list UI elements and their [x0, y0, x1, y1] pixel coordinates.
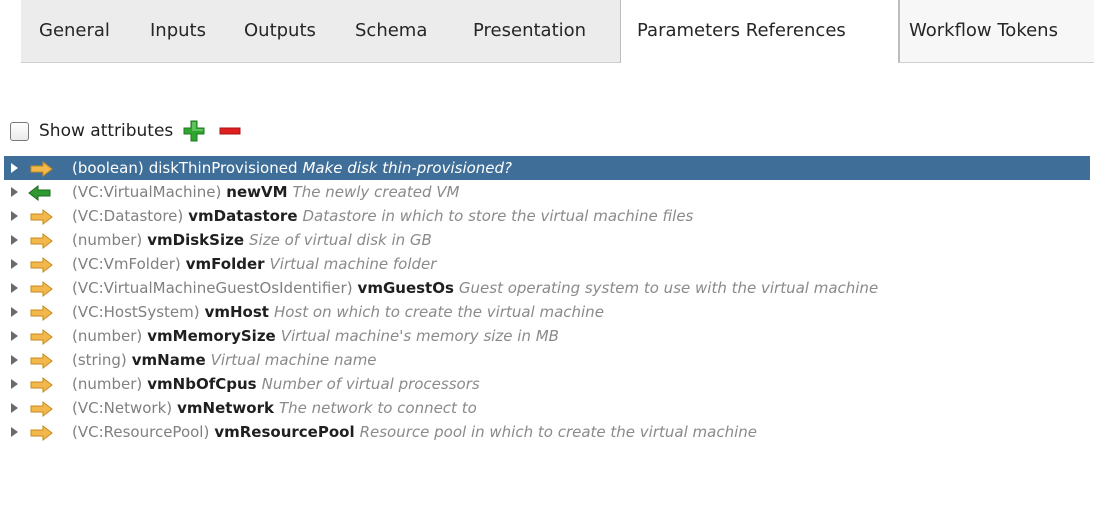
parameter-name: vmHost	[204, 303, 269, 321]
expand-triangle-icon[interactable]	[11, 211, 18, 221]
expand-triangle-icon[interactable]	[11, 187, 18, 197]
parameter-type: (number)	[72, 231, 143, 249]
parameter-name: vmName	[131, 351, 206, 369]
input-arrow-icon	[28, 328, 54, 346]
parameter-name: diskThinProvisioned	[148, 159, 298, 177]
show-attributes-checkbox[interactable]	[10, 121, 29, 141]
parameter-description: Guest operating system to use with the v…	[458, 279, 879, 297]
parameter-text: (number) vmMemorySize Virtual machine's me…	[72, 324, 559, 348]
output-arrow-icon	[28, 184, 54, 202]
parameter-text: (VC:HostSystem) vmHost Host on which to cr…	[72, 300, 604, 324]
parameter-row[interactable]: (VC:Network) vmNetwork The network to conn…	[0, 396, 1094, 420]
parameter-row[interactable]: (number) vmNbOfCpus Number of virtual proc…	[0, 372, 1094, 396]
parameters-toolbar: Show attributes	[10, 117, 241, 145]
parameter-name: newVM	[226, 183, 288, 201]
input-arrow-icon	[28, 256, 54, 274]
parameter-description: Size of virtual disk in GB	[249, 231, 432, 249]
parameter-text: (VC:VirtualMachine) newVM The newly create…	[72, 180, 459, 204]
tab-inputs[interactable]: Inputs	[146, 0, 210, 62]
parameter-text: (number) vmNbOfCpus Number of virtual proc…	[72, 372, 480, 396]
parameter-row[interactable]: (string) vmName Virtual machine name	[0, 348, 1094, 372]
tab-outputs[interactable]: Outputs	[240, 0, 320, 62]
parameter-type: (VC:VmFolder)	[72, 255, 181, 273]
parameters-tree: (boolean) diskThinProvisioned Make disk th…	[0, 156, 1094, 444]
parameter-row[interactable]: (VC:HostSystem) vmHost Host on which to cr…	[0, 300, 1094, 324]
input-arrow-icon	[28, 280, 54, 298]
parameter-name: vmMemorySize	[147, 327, 276, 345]
parameter-description: The network to connect to	[278, 399, 477, 417]
expand-triangle-icon[interactable]	[11, 235, 18, 245]
parameter-text: (VC:Datastore) vmDatastore Datastore in wh…	[72, 204, 693, 228]
tab-bar: General Inputs Outputs Schema Presentati…	[21, 0, 1094, 63]
parameter-text: (string) vmName Virtual machine name	[72, 348, 377, 372]
parameter-description: The newly created VM	[292, 183, 460, 201]
tab-parameters-references[interactable]: Parameters References	[620, 0, 899, 63]
parameter-row[interactable]: (VC:VmFolder) vmFolder Virtual machine fol…	[0, 252, 1094, 276]
input-arrow-icon	[28, 304, 54, 322]
parameter-text: (number) vmDiskSize Size of virtual disk i…	[72, 228, 432, 252]
expand-triangle-icon[interactable]	[11, 355, 18, 365]
parameter-name: vmDatastore	[188, 207, 298, 225]
expand-triangle-icon[interactable]	[11, 427, 18, 437]
parameter-type: (number)	[72, 375, 143, 393]
parameter-text: (VC:VmFolder) vmFolder Virtual machine fol…	[72, 252, 436, 276]
tab-presentation[interactable]: Presentation	[469, 0, 590, 62]
parameter-type: (VC:VirtualMachine)	[72, 183, 222, 201]
minus-icon[interactable]	[219, 120, 241, 142]
parameter-row[interactable]: (VC:Datastore) vmDatastore Datastore in wh…	[0, 204, 1094, 228]
parameter-type: (VC:VirtualMachineGuestOsIdentifier)	[72, 279, 353, 297]
show-attributes-label: Show attributes	[39, 121, 174, 141]
tab-general[interactable]: General	[35, 0, 114, 62]
input-arrow-icon	[28, 400, 54, 418]
plus-icon[interactable]	[183, 120, 205, 142]
parameter-name: vmDiskSize	[147, 231, 245, 249]
parameter-name: vmResourcePool	[214, 423, 355, 441]
parameter-type: (VC:Datastore)	[72, 207, 184, 225]
tab-workflow-tokens[interactable]: Workflow Tokens	[899, 0, 1094, 62]
expand-triangle-icon[interactable]	[11, 331, 18, 341]
parameter-description: Make disk thin-provisioned?	[302, 159, 513, 177]
parameter-description: Virtual machine name	[210, 351, 377, 369]
parameter-name: vmFolder	[185, 255, 265, 273]
tab-schema[interactable]: Schema	[351, 0, 431, 62]
parameter-description: Virtual machine folder	[269, 255, 437, 273]
parameter-text: (VC:VirtualMachineGuestOsIdentifier) vmGu…	[72, 276, 878, 300]
input-arrow-icon	[28, 424, 54, 442]
parameter-row[interactable]: (VC:ResourcePool) vmResourcePool Resource …	[0, 420, 1094, 444]
parameter-type: (VC:Network)	[72, 399, 173, 417]
expand-triangle-icon[interactable]	[11, 403, 18, 413]
parameter-text: (boolean) diskThinProvisioned Make disk th…	[72, 156, 512, 180]
parameter-type: (boolean)	[72, 159, 144, 177]
expand-triangle-icon[interactable]	[11, 307, 18, 317]
input-arrow-icon	[28, 208, 54, 226]
parameter-row[interactable]: (VC:VirtualMachine) newVM The newly create…	[0, 180, 1094, 204]
parameter-type: (VC:ResourcePool)	[72, 423, 210, 441]
expand-triangle-icon[interactable]	[11, 259, 18, 269]
parameter-type: (string)	[72, 351, 127, 369]
parameter-row[interactable]: (VC:VirtualMachineGuestOsIdentifier) vmGu…	[0, 276, 1094, 300]
expand-triangle-icon[interactable]	[11, 379, 18, 389]
parameter-description: Datastore in which to store the virtual …	[302, 207, 694, 225]
parameter-description: Virtual machine's memory size in MB	[280, 327, 559, 345]
expand-triangle-icon[interactable]	[11, 283, 18, 293]
parameter-name: vmNbOfCpus	[147, 375, 257, 393]
parameter-name: vmGuestOs	[357, 279, 454, 297]
workflow-editor: General Inputs Outputs Schema Presentati…	[0, 0, 1094, 513]
expand-triangle-icon[interactable]	[11, 163, 18, 173]
parameter-type: (number)	[72, 327, 143, 345]
parameter-row[interactable]: (number) vmDiskSize Size of virtual disk i…	[0, 228, 1094, 252]
parameter-text: (VC:ResourcePool) vmResourcePool Resource …	[72, 420, 757, 444]
input-arrow-icon	[28, 232, 54, 250]
parameter-name: vmNetwork	[177, 399, 274, 417]
parameter-type: (VC:HostSystem)	[72, 303, 200, 321]
parameter-row[interactable]: (number) vmMemorySize Virtual machine's me…	[0, 324, 1094, 348]
input-arrow-icon	[28, 160, 54, 178]
parameter-description: Host on which to create the virtual mach…	[273, 303, 604, 321]
parameter-text: (VC:Network) vmNetwork The network to conn…	[72, 396, 477, 420]
parameter-row[interactable]: (boolean) diskThinProvisioned Make disk th…	[4, 156, 1090, 180]
parameter-description: Number of virtual processors	[261, 375, 480, 393]
input-arrow-icon	[28, 352, 54, 370]
parameter-description: Resource pool in which to create the vir…	[359, 423, 757, 441]
input-arrow-icon	[28, 376, 54, 394]
